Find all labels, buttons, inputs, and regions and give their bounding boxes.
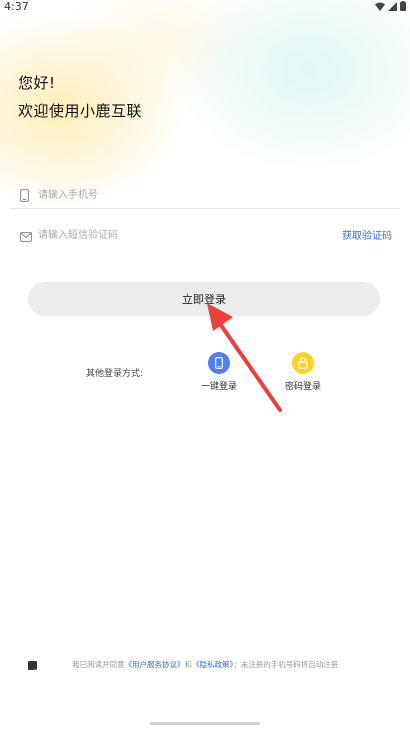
sms-code-input[interactable]: [36, 224, 340, 246]
login-button[interactable]: 立即登录: [28, 282, 380, 316]
background-glow: [0, 0, 410, 300]
gesture-nav-bar: [150, 722, 260, 725]
phone-icon: [208, 352, 230, 374]
greeting-hello: 您好!: [18, 74, 56, 92]
agreement-text: 我已阅读并同意《用户服务协议》和《隐私政策》；未注册的手机号码将自动注册: [72, 659, 338, 670]
agreement-suffix: ；未注册的手机号码将自动注册: [233, 660, 339, 669]
check-icon: [29, 669, 36, 675]
signal-icon: [388, 1, 397, 11]
mail-icon: [20, 227, 32, 246]
wifi-icon: [375, 2, 385, 11]
other-login-label: 其他登录方式:: [86, 369, 144, 379]
agreement-prefix: 我已阅读并同意: [72, 660, 125, 669]
status-bar: 4:37: [0, 0, 410, 14]
terms-link[interactable]: 《用户服务协议》: [125, 660, 185, 669]
agreement-row: 我已阅读并同意《用户服务协议》和《隐私政策》；未注册的手机号码将自动注册: [0, 658, 410, 675]
lock-icon: [292, 352, 314, 374]
battery-icon: [400, 1, 406, 11]
phone-icon: [20, 187, 29, 206]
agreement-and: 和: [184, 660, 193, 669]
one-click-login-button[interactable]: 一键登录: [189, 352, 249, 392]
password-login-button[interactable]: 密码登录: [273, 352, 333, 392]
greeting-welcome: 欢迎使用小鹿互联: [18, 102, 143, 120]
status-icons: [375, 1, 406, 11]
one-click-login-label: 一键登录: [200, 382, 237, 392]
agree-checkbox[interactable]: [28, 661, 37, 675]
phone-input[interactable]: [36, 184, 340, 206]
get-code-button[interactable]: 获取验证码: [342, 227, 392, 242]
privacy-link[interactable]: 《隐私政策》: [192, 660, 233, 669]
status-time: 4:37: [4, 0, 29, 13]
phone-field: [10, 182, 400, 209]
password-login-label: 密码登录: [284, 382, 321, 392]
code-field: 获取验证码: [10, 222, 400, 248]
